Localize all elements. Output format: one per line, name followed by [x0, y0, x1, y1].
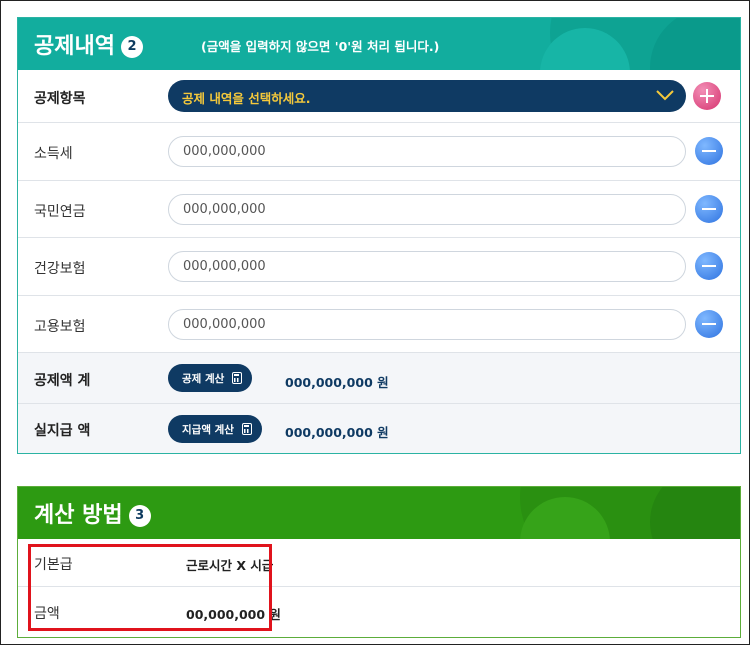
deduction-total-label: 공제액 계 [34, 373, 91, 389]
calculate-deduction-label: 공제 계산 [182, 372, 225, 385]
deduction-row-health-insurance: 건강보험 [18, 238, 740, 296]
remove-health-insurance-button[interactable] [695, 252, 723, 280]
step-badge: 3 [128, 505, 151, 527]
net-pay-row: 실지급 액 지급액 계산 000,000,000 원 [18, 404, 740, 453]
deduction-row-label: 고용보험 [34, 319, 86, 335]
calculator-icon [232, 372, 243, 384]
employment-insurance-input[interactable] [168, 309, 686, 340]
highlight-box [28, 544, 272, 631]
deduction-item-label: 공제항목 [34, 91, 86, 107]
deduction-item-select-text: 공제 내역을 선택하세요. [182, 91, 311, 106]
calculation-method-title: 계산 방법 3 [34, 497, 151, 529]
health-insurance-input[interactable] [168, 251, 686, 282]
deduction-total-amount: 000,000,000 원 [285, 375, 389, 390]
calculation-method-header: 계산 방법 3 [18, 487, 740, 539]
header-decoration [650, 487, 740, 539]
plus-icon-vertical [706, 89, 708, 103]
deduction-header: 공제내역 2 (금액을 입력하지 않으면 '0'원 처리 됩니다.) [18, 18, 740, 70]
add-deduction-button[interactable] [693, 82, 721, 110]
deduction-row-national-pension: 국민연금 [18, 181, 740, 238]
minus-icon [702, 208, 716, 210]
step-badge: 2 [120, 36, 143, 58]
remove-national-pension-button[interactable] [695, 195, 723, 223]
calculator-icon [241, 423, 252, 435]
minus-icon [702, 323, 716, 325]
deduction-item-row: 공제항목 공제 내역을 선택하세요. [18, 70, 740, 123]
calculate-deduction-button[interactable]: 공제 계산 [168, 364, 253, 392]
income-tax-input[interactable] [168, 136, 686, 167]
deduction-title: 공제내역 2 [34, 28, 143, 60]
remove-employment-insurance-button[interactable] [695, 310, 723, 338]
deduction-row-employment-insurance: 고용보험 [18, 296, 740, 353]
deduction-total-row: 공제액 계 공제 계산 000,000,000 원 [18, 353, 740, 404]
deduction-row-label: 소득세 [34, 146, 73, 162]
deduction-title-text: 공제내역 [34, 34, 115, 59]
calculate-net-pay-label: 지급액 계산 [182, 423, 234, 436]
deduction-row-income-tax: 소득세 [18, 123, 740, 181]
chevron-down-icon [656, 90, 674, 101]
remove-income-tax-button[interactable] [695, 137, 723, 165]
deduction-note: (금액을 입력하지 않으면 '0'원 처리 됩니다.) [201, 39, 440, 54]
net-pay-label: 실지급 액 [34, 423, 91, 439]
deduction-panel: 공제내역 2 (금액을 입력하지 않으면 '0'원 처리 됩니다.) 공제항목 공… [17, 17, 741, 454]
national-pension-input[interactable] [168, 194, 686, 225]
net-pay-amount: 000,000,000 원 [285, 425, 389, 440]
deduction-row-label: 건강보험 [34, 261, 86, 277]
deduction-row-label: 국민연금 [34, 204, 86, 220]
minus-icon [702, 265, 716, 267]
calculation-method-title-text: 계산 방법 [34, 503, 123, 528]
minus-icon [702, 150, 716, 152]
calculate-net-pay-button[interactable]: 지급액 계산 [168, 415, 262, 443]
deduction-item-select[interactable]: 공제 내역을 선택하세요. [168, 80, 686, 112]
